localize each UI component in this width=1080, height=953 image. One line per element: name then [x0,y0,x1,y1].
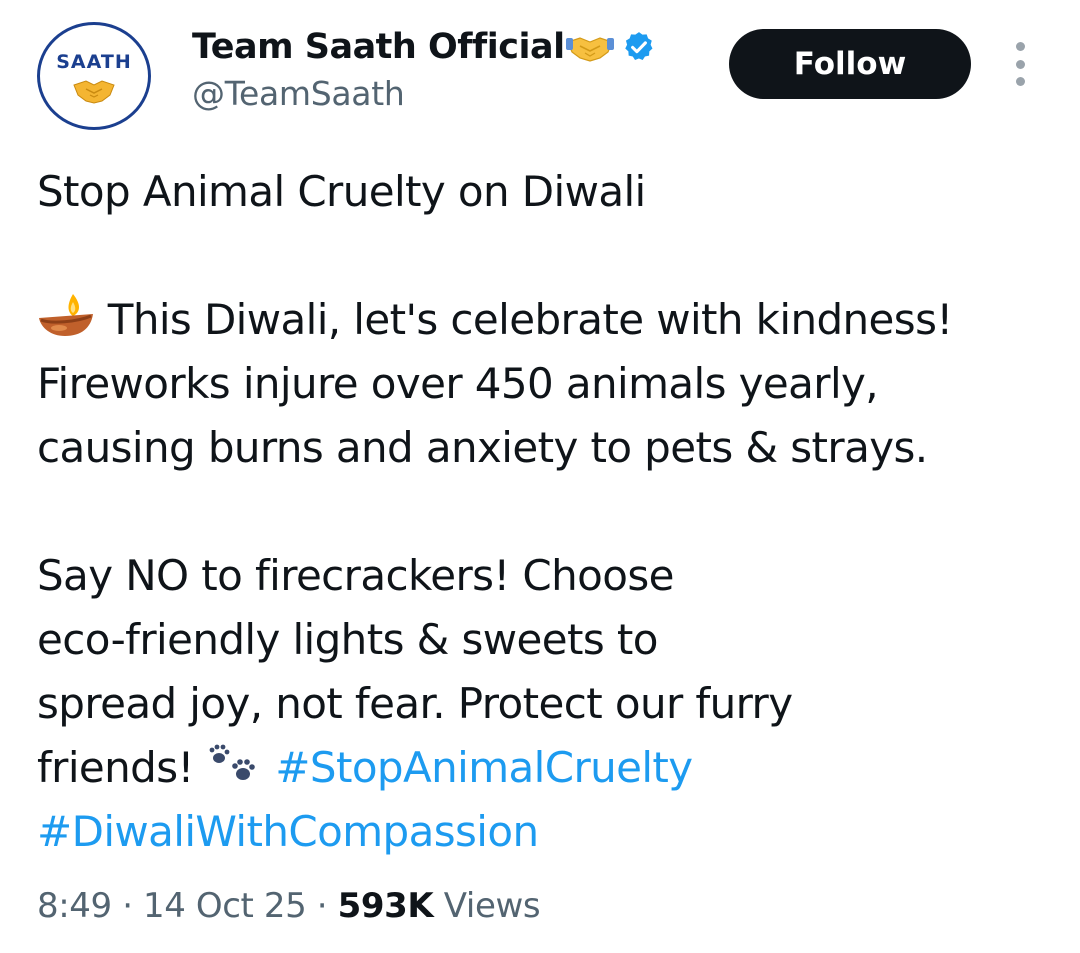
diya-lamp-icon [39,294,93,336]
verified-badge-icon [624,32,653,61]
views-label[interactable]: Views [444,886,541,926]
tweet-line-text: This Diwali, let's celebrate with kindne… [107,295,953,344]
tweet-line: Stop Animal Cruelty on Diwali [37,167,646,216]
tweet-time[interactable]: 8:49 [37,886,112,926]
follow-button[interactable]: Follow [729,29,971,99]
tweet-meta: 8:49 · 14 Oct 25 · 593K Views [37,886,541,926]
hashtag-link[interactable]: #StopAnimalCruelty [275,743,693,792]
hashtag-link[interactable]: #DiwaliWithCompassion [37,807,539,856]
tweet-line: #DiwaliWithCompassion [37,800,1057,864]
tweet-text: Stop Animal Cruelty on Diwali This Diwal… [37,160,1057,864]
views-count[interactable]: 593K [338,886,434,926]
tweet-line: friends! #StopAnimalCruelty [37,736,1057,800]
more-options-button[interactable] [1005,40,1035,88]
vertical-ellipsis-icon [1015,42,1025,51]
tweet-line: spread joy, not fear. Protect our furry [37,679,793,728]
tweet-line: causing burns and anxiety to pets & stra… [37,423,928,472]
meta-separator: · [316,886,328,926]
tweet: SAATH Team Saath Official @TeamSaath Fol… [0,0,1080,953]
avatar[interactable]: SAATH [37,22,151,130]
author-display-name[interactable]: Team Saath Official [192,27,565,67]
author-name-row[interactable]: Team Saath Official [192,24,656,70]
tweet-date[interactable]: 14 Oct 25 [143,886,307,926]
tweet-line: This Diwali, let's celebrate with kindne… [37,288,1057,352]
handshake-icon [73,80,115,104]
author-handle[interactable]: @TeamSaath [192,74,405,113]
tweet-line: Say NO to firecrackers! Choose [37,551,674,600]
avatar-logo-text: SAATH [56,51,132,73]
handshake-icon [565,37,614,62]
tweet-line: Fireworks injure over 450 animals yearly… [37,359,879,408]
meta-separator: · [122,886,133,926]
paw-prints-icon [209,744,255,780]
tweet-line: eco-friendly lights & sweets to [37,615,658,664]
tweet-line-text: friends! [37,743,194,792]
